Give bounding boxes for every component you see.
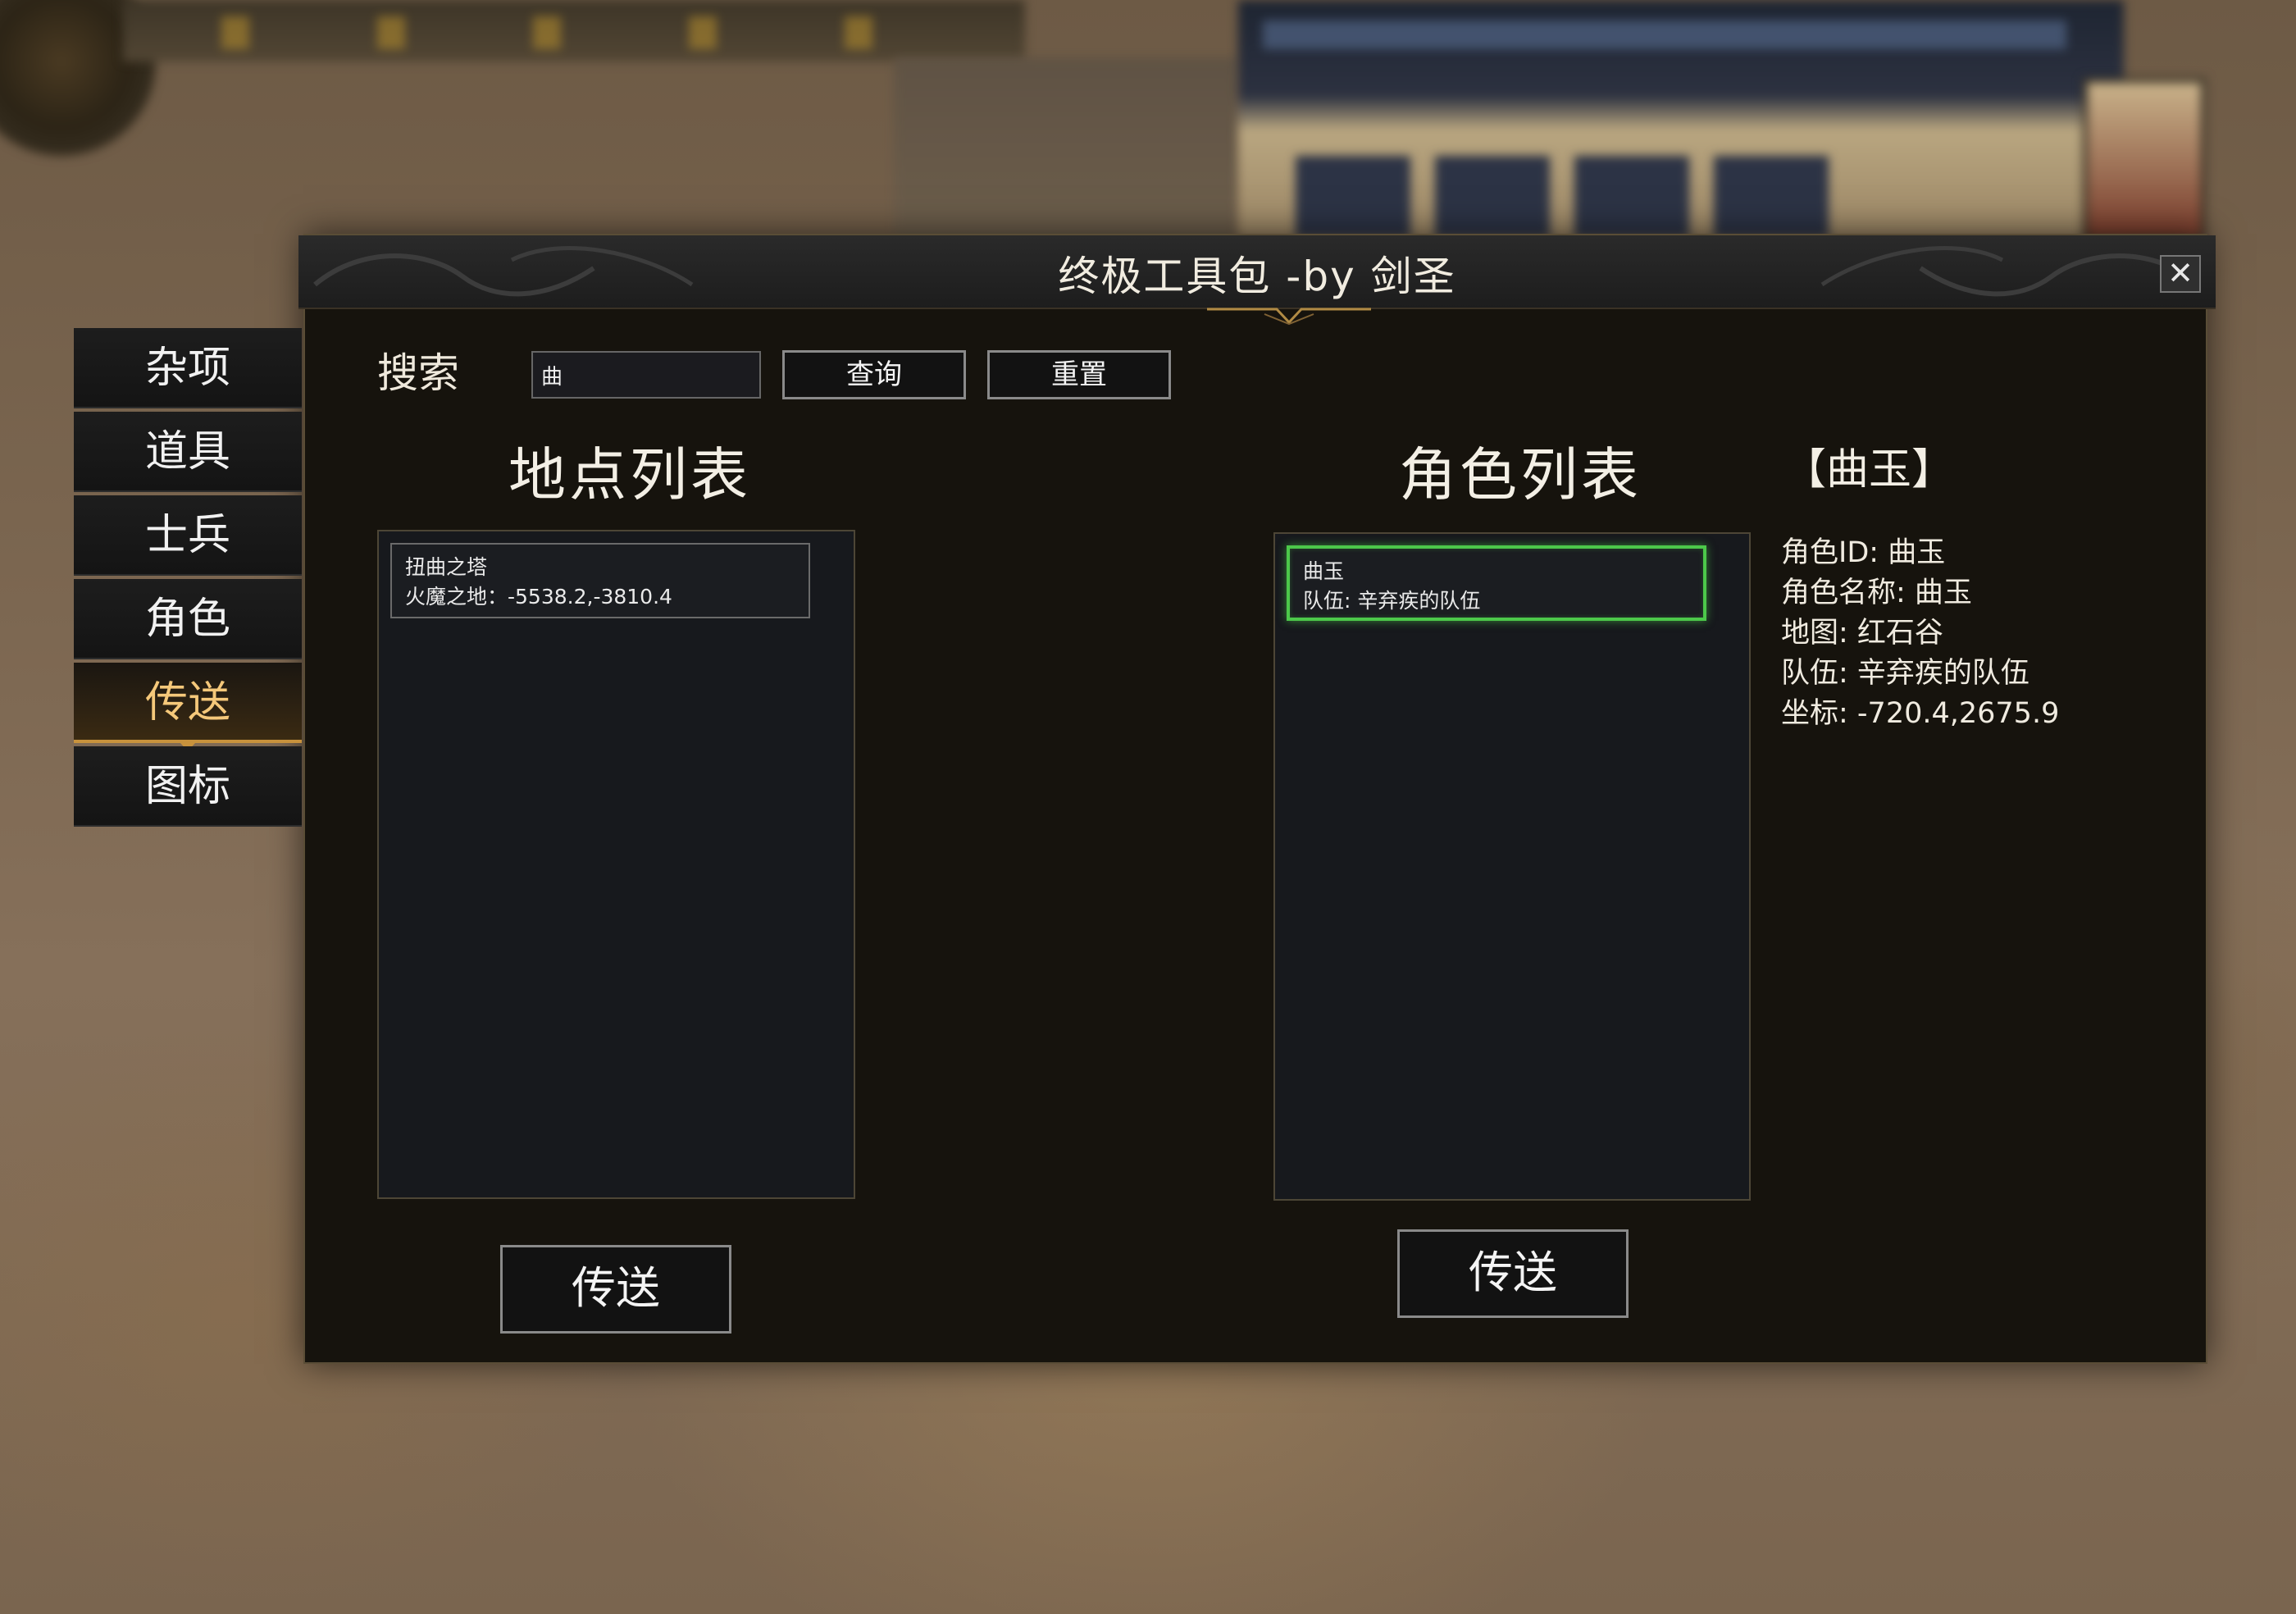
- detail-team: 队伍: 辛弃疾的队伍: [1781, 657, 2029, 690]
- background-portrait: [2083, 78, 2206, 242]
- location-coordinates: 火魔之地：-5538.2,-3810.4: [405, 585, 672, 609]
- character-detail-list: 角色ID: 曲玉 角色名称: 曲玉 地图: 红石谷 队伍: 辛弃疾的队伍 坐标:…: [1781, 533, 2059, 734]
- character-list[interactable]: 曲玉 队伍: 辛弃疾的队伍: [1273, 532, 1751, 1201]
- character-list-item[interactable]: 曲玉 队伍: 辛弃疾的队伍: [1287, 545, 1706, 621]
- background-slot: [1574, 156, 1689, 238]
- selected-character-heading: 【曲玉】: [1784, 445, 1955, 495]
- teleport-location-button[interactable]: 传送: [500, 1245, 731, 1334]
- tab-misc[interactable]: 杂项: [74, 328, 302, 408]
- close-icon: ✕: [2167, 255, 2194, 291]
- window-title-bar: 终极工具包 -by 剑圣 ✕: [298, 235, 2216, 309]
- character-team: 队伍: 辛弃疾的队伍: [1303, 589, 1481, 613]
- character-list-title: 角色列表: [1399, 441, 1642, 508]
- tab-icons[interactable]: 图标: [74, 746, 302, 827]
- background-right-bar: [1263, 21, 2066, 49]
- location-list[interactable]: 扭曲之塔 火魔之地：-5538.2,-3810.4: [377, 530, 855, 1199]
- teleport-character-button[interactable]: 传送: [1397, 1229, 1629, 1318]
- background-slot: [1296, 156, 1410, 238]
- tab-items[interactable]: 道具: [74, 412, 302, 492]
- tab-teleport[interactable]: 传送: [74, 663, 302, 751]
- background-slot: [1714, 156, 1829, 238]
- title-divider-ornament: [1207, 308, 1371, 326]
- location-name: 扭曲之塔: [405, 555, 488, 579]
- query-button[interactable]: 查询: [782, 350, 966, 399]
- tab-soldiers[interactable]: 士兵: [74, 495, 302, 576]
- close-button[interactable]: ✕: [2160, 255, 2201, 293]
- window-title: 终极工具包 -by 剑圣: [1058, 253, 1456, 300]
- sidebar: 杂项 道具 士兵 角色 传送 图标: [74, 328, 303, 830]
- detail-character-name: 角色名称: 曲玉: [1781, 577, 1972, 609]
- detail-coordinates: 坐标: -720.4,2675.9: [1781, 697, 2060, 730]
- detail-character-id: 角色ID: 曲玉: [1781, 536, 1946, 569]
- background-top-bar-icons: [221, 16, 959, 49]
- detail-map: 地图: 红石谷: [1781, 617, 1943, 650]
- search-input[interactable]: [531, 351, 761, 399]
- character-name: 曲玉: [1303, 559, 1345, 583]
- background-slot: [1435, 156, 1550, 238]
- search-label: 搜索: [377, 349, 459, 397]
- reset-button[interactable]: 重置: [987, 350, 1171, 399]
- location-list-item[interactable]: 扭曲之塔 火魔之地：-5538.2,-3810.4: [390, 543, 810, 618]
- location-list-title: 地点列表: [508, 441, 751, 508]
- background-mid-panel: [894, 57, 1238, 238]
- tab-characters[interactable]: 角色: [74, 579, 302, 659]
